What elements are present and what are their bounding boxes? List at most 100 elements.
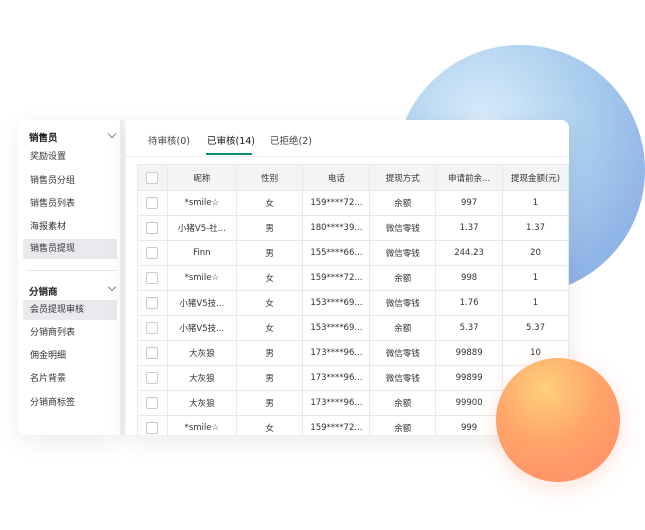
cell-gender: 女 [235, 265, 304, 291]
cell-withdraw-amount: 20 [502, 240, 569, 266]
sidebar-group-title-distributor[interactable]: 分销商 [29, 284, 58, 298]
select-all-checkbox-cell[interactable] [137, 164, 168, 191]
cell-nickname: *smile☆ [166, 190, 237, 216]
cell-withdraw-method: 余额 [369, 415, 437, 435]
active-tab-indicator [206, 153, 252, 155]
cell-gender: 女 [235, 190, 304, 216]
cell-withdraw-amount: 1 [502, 265, 569, 291]
cell-withdraw-method: 微信零钱 [369, 240, 437, 266]
table-row: 大灰狼男 173****96... 微信零钱 99889 10 [137, 340, 569, 366]
cell-nickname: 小猪V5技... [166, 290, 237, 316]
table-row: 大灰狼男173****96...微信零钱9989910 [137, 365, 569, 391]
row-checkbox-cell[interactable] [137, 190, 168, 216]
cell-nickname: *smile☆ [166, 415, 237, 435]
sidebar: 销售员 奖励设置 销售员分组 销售员列表 海报素材 销售员提现 分销商 会员提现… [18, 120, 124, 435]
cell-gender: 女 [235, 415, 304, 435]
cell-balance-before: 998 [435, 265, 504, 291]
row-checkbox[interactable] [146, 422, 159, 434]
row-checkbox[interactable] [146, 347, 159, 359]
row-checkbox-cell[interactable] [137, 315, 168, 341]
cell-balance-before: 999 [435, 415, 504, 435]
cell-withdraw-method: 余额 [369, 190, 437, 216]
chevron-down-icon[interactable] [107, 282, 117, 292]
cell-withdraw-method: 余额 [369, 390, 437, 416]
cell-withdraw-method: 微信零钱 [369, 290, 437, 316]
chevron-down-icon[interactable] [107, 129, 117, 139]
row-checkbox-cell[interactable] [137, 215, 168, 241]
column-header-nickname: 昵称 [166, 164, 237, 191]
decorative-orange-circle [496, 358, 620, 482]
row-checkbox[interactable] [146, 247, 159, 259]
cell-phone: 159****72... [302, 415, 371, 435]
row-checkbox-cell[interactable] [137, 415, 168, 435]
tab-pending[interactable]: 待审核(0) [148, 133, 190, 147]
table-row: *smile☆ 女 159****72... 余额 997 1 [137, 190, 569, 216]
cell-phone: 173****96... [302, 340, 371, 366]
cell-gender: 男 [235, 390, 304, 416]
table-row: 小猪V5技... 女 153****69... 微信零钱 1.76 1 [137, 290, 569, 316]
row-checkbox[interactable] [146, 372, 159, 384]
table-row: 小猪V5-社... 男 180****39... 微信零钱 1.37 1.37 [137, 215, 569, 241]
row-checkbox[interactable] [146, 297, 159, 309]
cell-withdraw-amount: 1 [502, 290, 569, 316]
cell-withdraw-method: 余额 [369, 265, 437, 291]
cell-withdraw-amount: 1 [502, 190, 569, 216]
row-checkbox[interactable] [146, 397, 159, 409]
sidebar-item-sales-withdraw[interactable]: 销售员提现 [23, 239, 117, 259]
column-header-withdraw-amount: 提现金额(元) [502, 164, 569, 191]
cell-balance-before: 1.37 [435, 215, 504, 241]
cell-withdraw-amount: 1.37 [502, 215, 569, 241]
sidebar-item-poster-material[interactable]: 海报素材 [23, 217, 117, 237]
cell-phone: 159****72... [302, 265, 371, 291]
tab-reviewed[interactable]: 已审核(14) [207, 133, 255, 147]
cell-phone: 180****39... [302, 215, 371, 241]
cell-gender: 男 [235, 365, 304, 391]
cell-phone: 153****69... [302, 315, 371, 341]
column-header-phone: 电话 [302, 164, 371, 191]
tab-bar: 待审核(0) 已审核(14) 已拒绝(2) [126, 120, 569, 157]
cell-balance-before: 99889 [435, 340, 504, 366]
cell-balance-before: 99900 [435, 390, 504, 416]
tab-rejected[interactable]: 已拒绝(2) [270, 133, 312, 147]
row-checkbox-cell[interactable] [137, 240, 168, 266]
row-checkbox-cell[interactable] [137, 340, 168, 366]
sidebar-scrollbar[interactable] [120, 120, 124, 435]
sidebar-divider [26, 270, 116, 271]
column-header-withdraw-method: 提现方式 [369, 164, 437, 191]
table-row: 小猪V5技... 女 153****69... 余额 5.37 5.37 [137, 315, 569, 341]
select-all-checkbox[interactable] [146, 171, 159, 184]
sidebar-item-member-withdraw-review[interactable]: 会员提现审核 [23, 300, 117, 320]
sidebar-group-title-sales[interactable]: 销售员 [29, 130, 58, 144]
sidebar-item-distributor-list[interactable]: 分销商列表 [23, 323, 117, 343]
cell-withdraw-method: 微信零钱 [369, 215, 437, 241]
cell-withdraw-method: 余额 [369, 315, 437, 341]
row-checkbox[interactable] [146, 322, 159, 334]
cell-balance-before: 1.76 [435, 290, 504, 316]
cell-gender: 男 [235, 215, 304, 241]
cell-gender: 男 [235, 240, 304, 266]
sidebar-item-sales-list[interactable]: 销售员列表 [23, 194, 117, 214]
sidebar-item-distributor-tags[interactable]: 分销商标签 [23, 393, 117, 413]
row-checkbox[interactable] [146, 272, 159, 284]
cell-phone: 173****96... [302, 390, 371, 416]
cell-gender: 男 [235, 340, 304, 366]
row-checkbox[interactable] [146, 197, 159, 209]
main-panel: 待审核(0) 已审核(14) 已拒绝(2) 昵称 性别 电话 提现方式 申请前余… [126, 120, 569, 435]
row-checkbox[interactable] [146, 222, 159, 234]
row-checkbox-cell[interactable] [137, 365, 168, 391]
cell-phone: 159****72... [302, 190, 371, 216]
table-header-row: 昵称 性别 电话 提现方式 申请前余... 提现金额(元) [137, 164, 569, 191]
cell-withdraw-method: 微信零钱 [369, 365, 437, 391]
cell-balance-before: 244.23 [435, 240, 504, 266]
sidebar-item-commission-detail[interactable]: 佣金明细 [23, 346, 117, 366]
row-checkbox-cell[interactable] [137, 390, 168, 416]
table-row: Finn 男 155****66... 微信零钱 244.23 20 [137, 240, 569, 266]
row-checkbox-cell[interactable] [137, 290, 168, 316]
cell-nickname: 大灰狼 [166, 390, 237, 416]
table-row: *smile☆ 女 159****72... 余额 998 1 [137, 265, 569, 291]
row-checkbox-cell[interactable] [137, 265, 168, 291]
sidebar-item-sales-groups[interactable]: 销售员分组 [23, 171, 117, 191]
sidebar-item-reward-settings[interactable]: 奖励设置 [23, 147, 117, 167]
cell-nickname: 小猪V5技... [166, 315, 237, 341]
sidebar-item-card-background[interactable]: 名片背景 [23, 369, 117, 389]
